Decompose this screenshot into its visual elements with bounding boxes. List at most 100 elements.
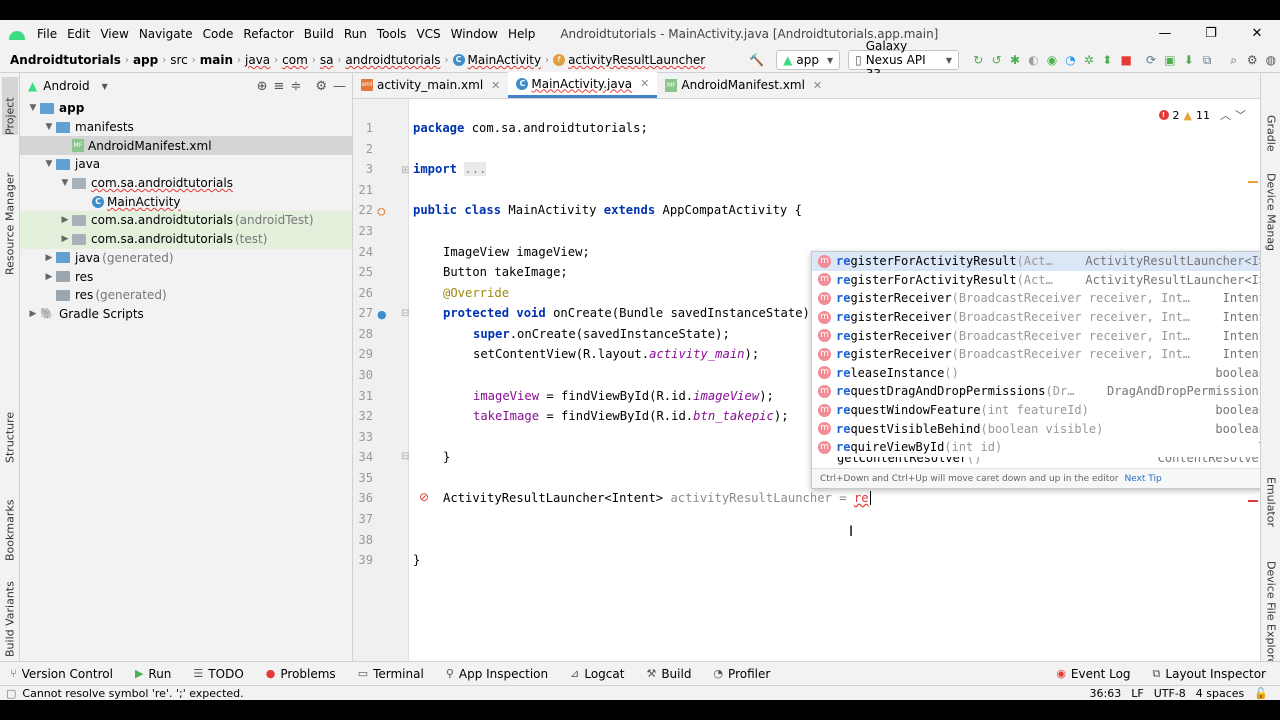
tool-tab-problems[interactable]: ● Problems [266, 667, 336, 681]
emulator-tool-tab[interactable]: Emulator [1263, 477, 1279, 535]
breadcrumb-main[interactable]: main [200, 53, 233, 67]
tool-tab-terminal[interactable]: ▭ Terminal [358, 667, 424, 681]
completion-item[interactable]: mrequireViewById(int id)T [812, 438, 1272, 457]
chevron-down-icon[interactable]: ﹀ [1235, 107, 1246, 123]
collapse-all-icon[interactable]: ≑ [290, 79, 301, 94]
device-file-explorer-tool-tab[interactable]: Device File Explorer [1263, 561, 1279, 661]
account-icon[interactable]: ◍ [1266, 52, 1276, 68]
hide-panel-icon[interactable]: — [333, 79, 346, 94]
completion-item[interactable]: m re gisterReceiver (BroadcastReceiver rece… [812, 326, 1272, 345]
attach-process-icon[interactable]: ⬍ [1102, 52, 1112, 68]
project-tool-tab[interactable]: Project [2, 77, 18, 135]
menu-tools[interactable]: Tools [372, 27, 412, 41]
hammer-build-icon[interactable]: 🔨 [749, 52, 764, 68]
locate-icon[interactable]: ⊕ [257, 79, 268, 94]
tree-item-res-generated[interactable]: res (generated) [20, 286, 352, 305]
tab-androidmanifest-xml[interactable]: MF AndroidManifest.xml ✕ [657, 72, 830, 98]
apply-changes-icon[interactable]: ↺ [991, 52, 1002, 68]
tree-item-manifests[interactable]: ▼ manifests [20, 118, 352, 137]
breadcrumb-project[interactable]: Androidtutorials [10, 53, 121, 67]
error-bulb-icon[interactable]: ⊘ [419, 490, 429, 504]
chevron-up-icon[interactable]: ︿ [1220, 107, 1231, 123]
activity-gutter-icon[interactable]: ⛭ [377, 205, 386, 219]
menu-refactor[interactable]: Refactor [238, 27, 298, 41]
menu-view[interactable]: View [95, 27, 133, 41]
tool-tab-version-control[interactable]: ⑂ Version Control [10, 667, 113, 681]
menu-window[interactable]: Window [446, 27, 503, 41]
tool-tab-run[interactable]: ▶ Run [135, 667, 171, 681]
bug-icon[interactable]: ✲ [1084, 52, 1094, 68]
gear-icon[interactable]: ⚙ [1247, 52, 1258, 68]
gear-icon[interactable]: ⚙ [315, 79, 327, 94]
tree-item-app[interactable]: ▼ app [20, 99, 352, 118]
build-variants-tool-tab[interactable]: Build Variants [2, 581, 18, 657]
breadcrumb-src[interactable]: src [170, 53, 188, 67]
completion-item[interactable]: m re questVisibleBehind (boolean visible) bo… [812, 419, 1272, 438]
completion-item[interactable]: m re leaseInstance() boolean [812, 364, 1272, 383]
close-tab-icon[interactable]: ✕ [813, 79, 822, 92]
search-icon[interactable]: ⌕ [1228, 52, 1238, 68]
warning-stripe-marker[interactable] [1248, 181, 1258, 183]
caret-position[interactable]: 36:63 [1090, 687, 1122, 700]
tool-tab-profiler[interactable]: ◔ Profiler [713, 667, 770, 681]
tree-item-mainactivity[interactable]: C MainActivity [20, 192, 352, 211]
completion-item[interactable]: m re gisterForActivityResult (Act… ActivityR… [812, 252, 1272, 271]
menu-code[interactable]: Code [198, 27, 239, 41]
chevron-down-icon[interactable]: ▼ [102, 82, 108, 91]
attach-debugger-icon[interactable]: ◉ [1047, 52, 1057, 68]
tree-item-gradle-scripts[interactable]: ▶ 🐘 Gradle Scripts [20, 305, 352, 324]
breadcrumb-field[interactable]: activityResultLauncher [568, 53, 705, 67]
lock-icon[interactable]: 🔓 [1254, 687, 1268, 700]
resource-manager-tool-tab[interactable]: Resource Manager [2, 173, 18, 275]
tab-mainactivity-java[interactable]: C MainActivity.java ✕ [508, 72, 658, 98]
next-tip-link[interactable]: Next Tip [1124, 474, 1161, 484]
menu-run[interactable]: Run [339, 27, 372, 41]
tool-tab-event-log[interactable]: ◉ Event Log [1056, 667, 1130, 681]
completion-item[interactable]: m re gisterForActivityResult (Act… ActivityR… [812, 271, 1272, 290]
tab-activity-main-xml[interactable]: xml activity_main.xml ✕ [353, 72, 508, 98]
tool-tab-logcat[interactable]: ⊿ Logcat [570, 667, 624, 681]
menu-vcs[interactable]: VCS [411, 27, 445, 41]
file-encoding[interactable]: UTF-8 [1154, 687, 1186, 700]
menu-help[interactable]: Help [503, 27, 540, 41]
menu-build[interactable]: Build [299, 27, 339, 41]
breadcrumb-com[interactable]: com [282, 53, 308, 67]
breadcrumb-app[interactable]: app [133, 53, 158, 67]
device-select[interactable]: ▯Galaxy Nexus API 33▼ [848, 39, 960, 81]
tool-tab-layout-inspector[interactable]: ⧉ Layout Inspector [1153, 667, 1266, 681]
sync-gradle-icon[interactable]: ⟳ [1146, 52, 1156, 68]
close-tab-icon[interactable]: ✕ [640, 77, 649, 90]
completion-item[interactable]: getContentResolver() ContentResolver [812, 457, 1272, 467]
tool-tab-todo[interactable]: ☰ TODO [193, 667, 243, 681]
project-view-select[interactable]: Android [43, 79, 89, 93]
completion-item[interactable]: m re gisterReceiver (BroadcastReceiver rece… [812, 345, 1272, 364]
tree-item-package-androidtest[interactable]: ▶ com.sa.androidtutorials (androidTest) [20, 211, 352, 230]
expand-all-icon[interactable]: ≡ [274, 79, 285, 94]
tree-item-java-generated[interactable]: ▶ java (generated) [20, 249, 352, 268]
bookmarks-tool-tab[interactable]: Bookmarks [2, 500, 18, 561]
tree-item-package-main[interactable]: ▼ com.sa.androidtutorials [20, 174, 352, 193]
run-config-select[interactable]: ▲ app ▼ [776, 50, 841, 70]
completion-item[interactable]: m re gisterReceiver (BroadcastReceiver rece… [812, 289, 1272, 308]
close-button[interactable]: ✕ [1234, 20, 1280, 48]
menu-navigate[interactable]: Navigate [134, 27, 198, 41]
coverage-icon[interactable]: ◔ [1065, 52, 1075, 68]
profile-icon[interactable]: ◐ [1028, 52, 1038, 68]
avd-manager-icon[interactable]: ▣ [1164, 52, 1175, 68]
menu-edit[interactable]: Edit [62, 27, 95, 41]
breadcrumb-java[interactable]: java [245, 53, 270, 67]
tool-tab-build[interactable]: ⚒ Build [646, 667, 691, 681]
close-tab-icon[interactable]: ✕ [491, 79, 500, 92]
breadcrumb-mainactivity[interactable]: MainActivity [468, 53, 542, 67]
rerun-icon[interactable]: ↻ [973, 52, 983, 68]
line-separator[interactable]: LF [1131, 687, 1143, 700]
folded-imports[interactable]: ... [464, 162, 487, 176]
sdk-manager-icon[interactable]: ⬇ [1184, 52, 1194, 68]
tool-tab-app-inspection[interactable]: ⚲ App Inspection [446, 667, 548, 681]
tree-item-androidmanifest[interactable]: MF AndroidManifest.xml [20, 136, 352, 156]
minimize-button[interactable]: — [1142, 20, 1188, 48]
completion-item[interactable]: m re questWindowFeature (int featureId) bool… [812, 401, 1272, 420]
toggle-tool-windows-icon[interactable]: ▢ [6, 687, 16, 700]
tree-item-res[interactable]: ▶ res [20, 267, 352, 286]
gradle-tool-tab[interactable]: Gradle [1263, 115, 1279, 157]
